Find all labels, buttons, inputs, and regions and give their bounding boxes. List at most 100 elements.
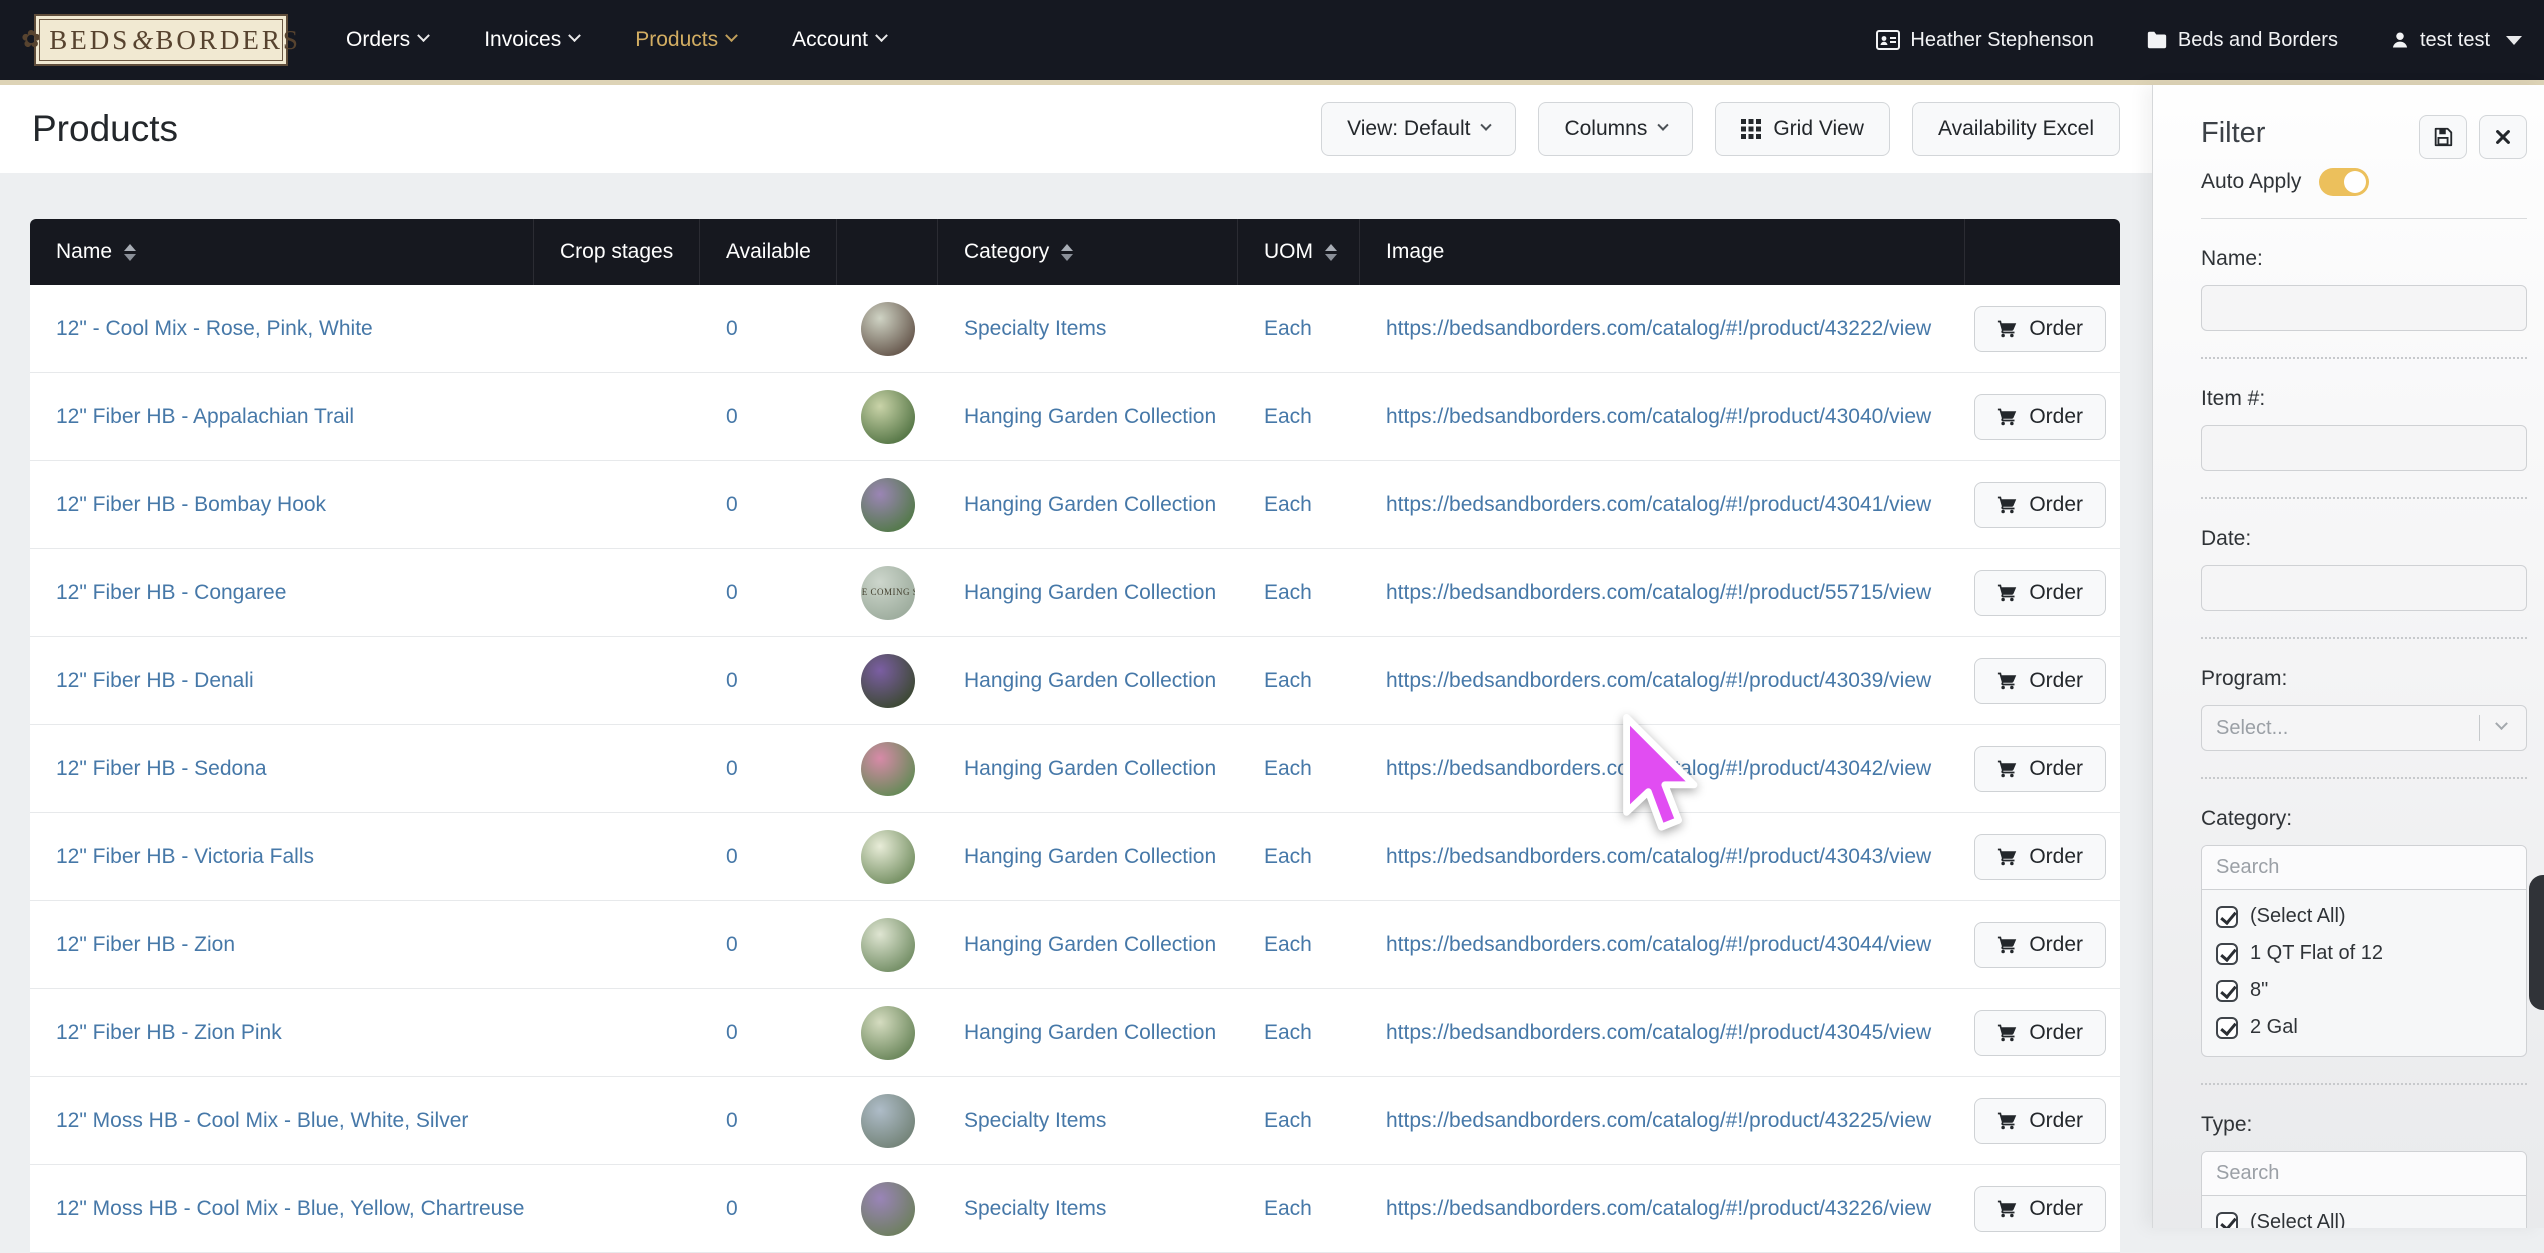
column-header-uom[interactable]: UOM xyxy=(1238,219,1360,285)
checkbox-checked-icon[interactable] xyxy=(2216,980,2238,1002)
availability-excel-button[interactable]: Availability Excel xyxy=(1912,102,2120,156)
product-name-link[interactable]: 12" Fiber HB - Victoria Falls xyxy=(56,845,314,868)
image-url-link[interactable]: https://bedsandborders.com/catalog/#!/pr… xyxy=(1386,405,1931,428)
product-thumbnail[interactable] xyxy=(861,918,915,972)
order-button[interactable]: Order xyxy=(1974,746,2106,792)
checkbox-checked-icon[interactable] xyxy=(2216,906,2238,928)
nav-item-invoices[interactable]: Invoices xyxy=(484,28,579,52)
available-count[interactable]: 0 xyxy=(726,405,738,428)
category-link[interactable]: Specialty Items xyxy=(964,1109,1106,1132)
product-name-link[interactable]: 12" Fiber HB - Bombay Hook xyxy=(56,493,326,516)
category-link[interactable]: Hanging Garden Collection xyxy=(964,933,1216,956)
category-link[interactable]: Hanging Garden Collection xyxy=(964,493,1216,516)
image-url-link[interactable]: https://bedsandborders.com/catalog/#!/pr… xyxy=(1386,1021,1931,1044)
image-url-link[interactable]: https://bedsandborders.com/catalog/#!/pr… xyxy=(1386,1197,1931,1220)
company-logo[interactable]: ✿ BEDS&BORDERS xyxy=(34,14,288,66)
grid-view-button[interactable]: Grid View xyxy=(1715,102,1890,156)
product-thumbnail[interactable] xyxy=(861,1182,915,1236)
category-link[interactable]: Hanging Garden Collection xyxy=(964,581,1216,604)
column-header-available[interactable]: Available xyxy=(700,219,837,285)
product-thumbnail[interactable] xyxy=(861,478,915,532)
view-dropdown-button[interactable]: View: Default xyxy=(1321,102,1516,156)
order-button[interactable]: Order xyxy=(1974,834,2106,880)
product-thumbnail[interactable] xyxy=(861,742,915,796)
sort-icon[interactable] xyxy=(1061,244,1073,261)
category-link[interactable]: Specialty Items xyxy=(964,317,1106,340)
image-url-link[interactable]: https://bedsandborders.com/catalog/#!/pr… xyxy=(1386,1109,1931,1132)
product-name-link[interactable]: 12" Fiber HB - Denali xyxy=(56,669,254,692)
product-thumbnail[interactable] xyxy=(861,830,915,884)
checkbox-checked-icon[interactable] xyxy=(2216,943,2238,965)
image-url-link[interactable]: https://bedsandborders.com/catalog/#!/pr… xyxy=(1386,581,1931,604)
close-filter-button[interactable] xyxy=(2479,115,2527,159)
order-button[interactable]: Order xyxy=(1974,394,2106,440)
product-thumbnail[interactable] xyxy=(861,654,915,708)
order-button[interactable]: Order xyxy=(1974,1098,2106,1144)
product-thumbnail[interactable] xyxy=(861,302,915,356)
order-button[interactable]: Order xyxy=(1974,1010,2106,1056)
filter-option[interactable]: 8" xyxy=(2202,972,2526,1009)
product-name-link[interactable]: 12" Fiber HB - Sedona xyxy=(56,757,267,780)
nav-item-orders[interactable]: Orders xyxy=(346,28,428,52)
product-name-link[interactable]: 12" Moss HB - Cool Mix - Blue, White, Si… xyxy=(56,1109,468,1132)
order-button[interactable]: Order xyxy=(1974,922,2106,968)
available-count[interactable]: 0 xyxy=(726,757,738,780)
scrollbar-thumb[interactable] xyxy=(2529,875,2544,1010)
product-thumbnail[interactable] xyxy=(861,1006,915,1060)
order-button[interactable]: Order xyxy=(1974,570,2106,616)
product-thumbnail[interactable]: IMAGE COMING SOON xyxy=(861,566,915,620)
item-filter-input[interactable] xyxy=(2201,425,2527,471)
program-select[interactable]: Select... xyxy=(2201,705,2527,751)
product-name-link[interactable]: 12" Fiber HB - Zion Pink xyxy=(56,1021,282,1044)
image-url-link[interactable]: https://bedsandborders.com/catalog/#!/pr… xyxy=(1386,669,1931,692)
name-filter-input[interactable] xyxy=(2201,285,2527,331)
image-url-link[interactable]: https://bedsandborders.com/catalog/#!/pr… xyxy=(1386,845,1931,868)
available-count[interactable]: 0 xyxy=(726,1197,738,1220)
company-chip[interactable]: Beds and Borders xyxy=(2146,29,2338,52)
filter-option[interactable]: (Select All) xyxy=(2202,1204,2526,1228)
contact-chip[interactable]: Heather Stephenson xyxy=(1876,28,2093,52)
product-thumbnail[interactable] xyxy=(861,1094,915,1148)
available-count[interactable]: 0 xyxy=(726,845,738,868)
category-link[interactable]: Hanging Garden Collection xyxy=(964,845,1216,868)
product-name-link[interactable]: 12" Fiber HB - Congaree xyxy=(56,581,286,604)
product-thumbnail[interactable] xyxy=(861,390,915,444)
order-button[interactable]: Order xyxy=(1974,1186,2106,1232)
image-url-link[interactable]: https://bedsandborders.com/catalog/#!/pr… xyxy=(1386,933,1931,956)
checkbox-checked-icon[interactable] xyxy=(2216,1017,2238,1039)
date-filter-input[interactable] xyxy=(2201,565,2527,611)
category-link[interactable]: Hanging Garden Collection xyxy=(964,405,1216,428)
column-header-crop-stages[interactable]: Crop stages xyxy=(534,219,700,285)
category-link[interactable]: Specialty Items xyxy=(964,1197,1106,1220)
available-count[interactable]: 0 xyxy=(726,669,738,692)
product-name-link[interactable]: 12" Fiber HB - Appalachian Trail xyxy=(56,405,354,428)
category-link[interactable]: Hanging Garden Collection xyxy=(964,1021,1216,1044)
order-button[interactable]: Order xyxy=(1974,306,2106,352)
nav-item-products[interactable]: Products xyxy=(635,28,736,52)
category-link[interactable]: Hanging Garden Collection xyxy=(964,757,1216,780)
column-header-name[interactable]: Name xyxy=(30,219,534,285)
product-name-link[interactable]: 12" Fiber HB - Zion xyxy=(56,933,235,956)
sort-icon[interactable] xyxy=(1325,244,1337,261)
filter-option[interactable]: 1 QT Flat of 12 xyxy=(2202,935,2526,972)
checkbox-checked-icon[interactable] xyxy=(2216,1212,2238,1229)
available-count[interactable]: 0 xyxy=(726,933,738,956)
product-name-link[interactable]: 12" Moss HB - Cool Mix - Blue, Yellow, C… xyxy=(56,1197,524,1220)
available-count[interactable]: 0 xyxy=(726,493,738,516)
available-count[interactable]: 0 xyxy=(726,317,738,340)
available-count[interactable]: 0 xyxy=(726,581,738,604)
image-url-link[interactable]: https://bedsandborders.com/catalog/#!/pr… xyxy=(1386,317,1931,340)
product-name-link[interactable]: 12" - Cool Mix - Rose, Pink, White xyxy=(56,317,373,340)
auto-apply-toggle[interactable] xyxy=(2319,168,2369,196)
available-count[interactable]: 0 xyxy=(726,1021,738,1044)
order-button[interactable]: Order xyxy=(1974,482,2106,528)
image-url-link[interactable]: https://bedsandborders.com/catalog/#!/pr… xyxy=(1386,757,1931,780)
save-filter-button[interactable] xyxy=(2419,115,2467,159)
nav-item-account[interactable]: Account xyxy=(792,28,886,52)
filter-option[interactable]: 2 Gal xyxy=(2202,1009,2526,1046)
available-count[interactable]: 0 xyxy=(726,1109,738,1132)
image-url-link[interactable]: https://bedsandborders.com/catalog/#!/pr… xyxy=(1386,493,1931,516)
category-link[interactable]: Hanging Garden Collection xyxy=(964,669,1216,692)
column-header-category[interactable]: Category xyxy=(938,219,1238,285)
sort-icon[interactable] xyxy=(124,244,136,261)
